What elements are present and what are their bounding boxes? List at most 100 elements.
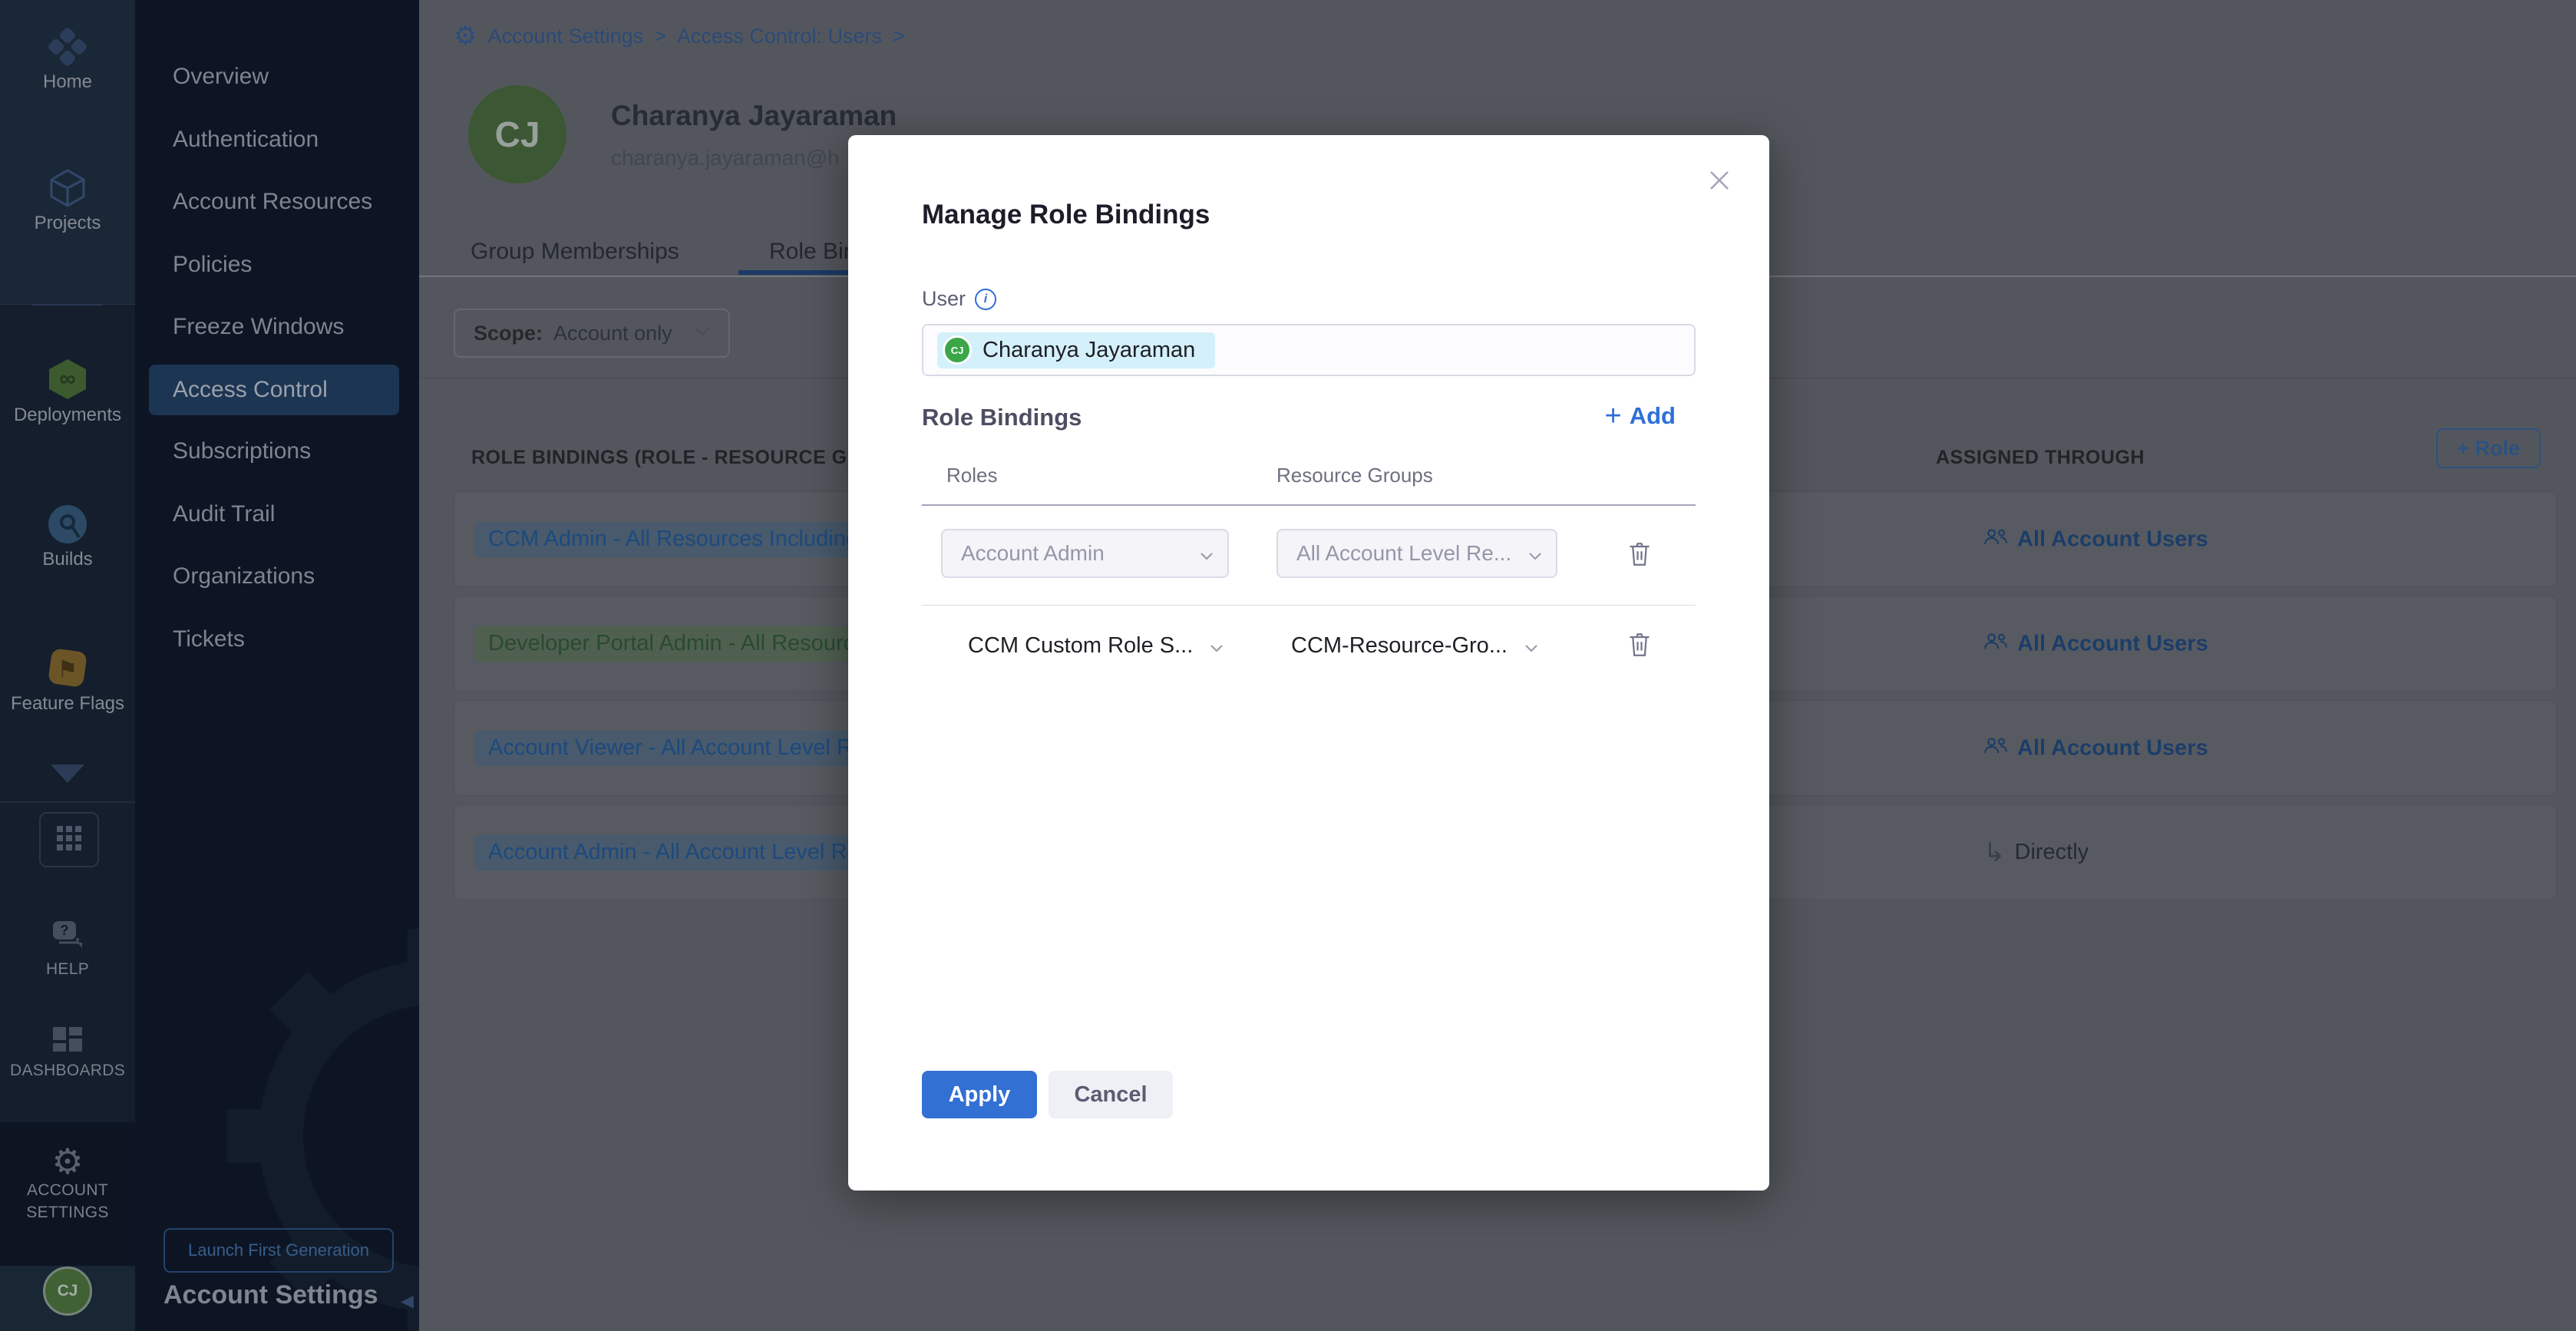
sidebar-item-help[interactable]: ? HELP <box>0 918 135 979</box>
sidebar-item-feature-flags[interactable]: ⚑ Feature Flags <box>0 646 135 715</box>
assigned-through-link[interactable]: All Account Users <box>1983 527 2208 552</box>
row-divider <box>922 605 1696 606</box>
user-label-text: User <box>922 287 966 311</box>
selected-user-chip[interactable]: CJ Charanya Jayaraman <box>937 332 1215 368</box>
profile-email: charanya.jayaraman@h <box>611 146 840 170</box>
sidebar-item-freeze-windows[interactable]: Freeze Windows <box>135 302 419 352</box>
sidebar-item-projects[interactable]: Projects <box>0 167 135 234</box>
manage-role-bindings-modal: Manage Role Bindings User i CJ Charanya … <box>848 135 1769 1191</box>
role-select[interactable]: CCM Custom Role S... <box>968 623 1224 668</box>
avatar: CJ <box>943 335 972 365</box>
sidebar-item-builds[interactable]: Builds <box>0 504 135 570</box>
assigned-through-directly: ↳ Directly <box>1983 840 2089 866</box>
sidebar-item-account-resources[interactable]: Account Resources <box>135 177 419 226</box>
sidebar-item-label: Home <box>0 71 135 93</box>
profile-avatar: CJ <box>468 85 566 183</box>
sidebar-item-label: DASHBOARDS <box>0 1062 135 1080</box>
rail-divider <box>32 304 103 306</box>
info-icon[interactable]: i <box>975 289 996 310</box>
builds-icon <box>47 504 88 549</box>
sidebar-item-audit-trail[interactable]: Audit Trail <box>135 490 419 539</box>
svg-text:?: ? <box>61 923 69 938</box>
sidebar-item-label: Projects <box>0 213 135 234</box>
delete-binding-icon[interactable] <box>1628 540 1651 568</box>
breadcrumb-separator: > <box>654 25 666 48</box>
column-header-resource-groups: Resource Groups <box>1276 464 1433 487</box>
apply-button[interactable]: Apply <box>922 1071 1037 1118</box>
rail-chevron-down-icon[interactable] <box>51 765 84 783</box>
sidebar-item-label: Builds <box>0 549 135 570</box>
chevron-down-icon <box>1524 633 1538 659</box>
sidebar-item-dashboards[interactable]: DASHBOARDS <box>0 1025 135 1080</box>
modal-title: Manage Role Bindings <box>922 200 1210 230</box>
add-binding-button[interactable]: + Add <box>1605 402 1676 430</box>
scope-select[interactable]: Scope: Account only <box>454 309 730 358</box>
delete-binding-icon[interactable] <box>1628 631 1651 659</box>
user-avatar[interactable]: CJ <box>43 1267 92 1316</box>
resource-group-select-disabled[interactable]: All Account Level Re... <box>1276 529 1557 578</box>
user-input[interactable]: CJ Charanya Jayaraman <box>922 324 1696 376</box>
table-divider <box>922 504 1696 506</box>
assigned-through-label: All Account Users <box>2017 735 2208 761</box>
chevron-down-icon <box>1200 541 1214 566</box>
sidebar-collapse-icon[interactable]: ◀ <box>401 1291 414 1311</box>
sidebar-item-subscriptions[interactable]: Subscriptions <box>135 427 419 476</box>
assigned-through-label: All Account Users <box>2017 631 2208 656</box>
breadcrumb-access-control-users[interactable]: Access Control: Users <box>677 25 882 48</box>
grid-apps-icon <box>55 824 83 856</box>
breadcrumb: ⚙ Account Settings > Access Control: Use… <box>454 23 905 49</box>
sidebar-item-label: Feature Flags <box>0 693 135 715</box>
sidebar-footer-title: Account Settings <box>163 1280 378 1310</box>
launch-first-generation-button[interactable]: Launch First Generation <box>163 1228 394 1273</box>
role-select-disabled[interactable]: Account Admin <box>941 529 1229 578</box>
users-group-icon <box>1983 631 2008 656</box>
sidebar-item-label: HELP <box>0 960 135 979</box>
module-rail: Home Projects ∞ Deployments Builds <box>0 0 135 1331</box>
svg-text:∞: ∞ <box>59 366 75 391</box>
chevron-down-icon <box>695 326 710 340</box>
assigned-through-link[interactable]: All Account Users <box>1983 735 2208 761</box>
deployments-icon: ∞ <box>46 358 89 405</box>
gear-icon: ⚙ <box>51 1144 83 1179</box>
resource-group-select-value: All Account Level Re... <box>1296 541 1511 566</box>
assigned-through-label: Directly <box>2015 840 2089 865</box>
module-picker-button[interactable] <box>39 812 99 867</box>
resource-group-select[interactable]: CCM-Resource-Gro... <box>1291 623 1538 668</box>
svg-text:⚑: ⚑ <box>58 657 78 682</box>
add-role-button[interactable]: + Role <box>2436 428 2541 468</box>
sidebar-item-policies[interactable]: Policies <box>135 240 419 289</box>
breadcrumb-account-settings[interactable]: Account Settings <box>487 25 643 48</box>
column-header-roles: Roles <box>946 464 997 487</box>
scope-label: Scope: <box>474 322 543 345</box>
tab-group-memberships[interactable]: Group Memberships <box>471 239 679 265</box>
sidebar-item-authentication[interactable]: Authentication <box>135 115 419 164</box>
sidebar-item-account-settings[interactable]: ⚙ ACCOUNT SETTINGS <box>0 1144 135 1224</box>
profile-name: Charanya Jayaraman <box>611 100 897 132</box>
resource-group-select-value: CCM-Resource-Gro... <box>1291 633 1508 659</box>
assigned-through-link[interactable]: All Account Users <box>1983 631 2208 656</box>
role-bindings-section-title: Role Bindings <box>922 404 1082 431</box>
sidebar-item-tickets[interactable]: Tickets <box>135 615 419 664</box>
gear-icon: ⚙ <box>454 23 477 49</box>
sidebar-item-label: ACCOUNT SETTINGS <box>0 1179 135 1224</box>
projects-cube-icon <box>48 167 87 213</box>
column-header-role-bindings: ROLE BINDINGS (ROLE - RESOURCE GROUP) <box>471 447 911 469</box>
settings-sidebar: Overview Authentication Account Resource… <box>135 0 419 1331</box>
role-select-value: CCM Custom Role S... <box>968 633 1193 659</box>
app-root: Home Projects ∞ Deployments Builds <box>0 0 2576 1331</box>
add-binding-label: Add <box>1630 402 1676 430</box>
sidebar-item-home[interactable]: Home <box>0 26 135 93</box>
column-header-assigned-through: ASSIGNED THROUGH <box>1936 447 2145 469</box>
feature-flags-icon: ⚑ <box>46 646 89 693</box>
users-group-icon <box>1983 527 2008 552</box>
breadcrumb-separator: > <box>893 25 905 48</box>
close-icon[interactable] <box>1705 166 1734 199</box>
user-field-label: User i <box>922 287 996 311</box>
sidebar-item-deployments[interactable]: ∞ Deployments <box>0 358 135 426</box>
help-chat-icon: ? <box>48 918 87 960</box>
sidebar-item-organizations[interactable]: Organizations <box>135 552 419 601</box>
home-harness-icon <box>47 26 88 71</box>
sidebar-item-access-control[interactable]: Access Control <box>135 365 419 414</box>
cancel-button[interactable]: Cancel <box>1049 1071 1173 1118</box>
sidebar-item-overview[interactable]: Overview <box>135 52 419 101</box>
